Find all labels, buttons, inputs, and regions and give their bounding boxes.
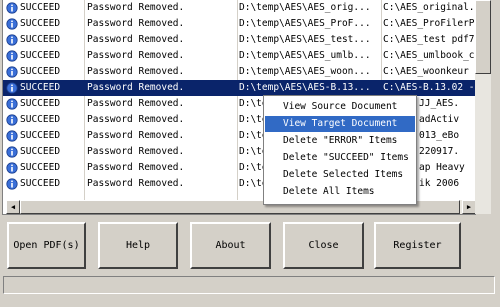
- target-path-cell: 220917.: [419, 146, 460, 157]
- list-row[interactable]: SUCCEED Password Removed. D:\temp\AES\AES_…: [3, 64, 475, 80]
- status-text: SUCCEED: [20, 162, 61, 173]
- message-cell: Password Removed.: [87, 130, 185, 141]
- info-icon: [6, 50, 18, 62]
- source-path-cell: D:\temp\AES\AES_ProF...: [239, 18, 371, 29]
- status-cell: SUCCEED: [3, 128, 81, 144]
- list-row[interactable]: SUCCEED Password Removed. D:\temp\AES\AES_…: [3, 0, 475, 16]
- context-menu: View Source Document View Target Document…: [263, 95, 417, 205]
- source-path-cell: D:\temp\AES\AES_orig...: [239, 2, 371, 13]
- register-button[interactable]: Register: [374, 222, 461, 269]
- target-path-cell: C:\AES_test pdf7: [383, 34, 475, 45]
- message-cell: Password Removed.: [87, 66, 185, 77]
- status-text: SUCCEED: [20, 2, 61, 13]
- info-icon: [6, 18, 18, 30]
- status-cell: SUCCEED: [3, 80, 81, 96]
- about-button[interactable]: About: [190, 222, 271, 269]
- delete-selected-items-item[interactable]: Delete Selected Items: [265, 167, 415, 183]
- info-icon: [6, 98, 18, 110]
- delete-succeed-items-item[interactable]: Delete "SUCCEED" Items: [265, 150, 415, 166]
- message-cell: Password Removed.: [87, 50, 185, 61]
- list-row[interactable]: SUCCEED Password Removed. D:\temp\AES\AES_…: [3, 48, 475, 64]
- status-text: SUCCEED: [20, 130, 61, 141]
- target-path-cell: C:\AES_woonkeur: [383, 66, 469, 77]
- info-icon: [6, 146, 18, 158]
- target-path-cell: C:\AES_original...: [383, 2, 475, 13]
- status-text: SUCCEED: [20, 82, 61, 93]
- status-cell: SUCCEED: [3, 96, 81, 112]
- target-path-cell: ik 2006: [419, 178, 460, 189]
- info-icon: [6, 130, 18, 142]
- status-text: SUCCEED: [20, 178, 61, 189]
- info-icon: [6, 66, 18, 78]
- status-cell: SUCCEED: [3, 144, 81, 160]
- list-row[interactable]: SUCCEED Password Removed. D:\temp\AES\AES_…: [3, 16, 475, 32]
- list-row[interactable]: SUCCEED Password Removed. D:\temp\AES\AES-…: [3, 80, 475, 96]
- status-text: SUCCEED: [20, 146, 61, 157]
- target-path-cell: ap Heavy: [419, 162, 465, 173]
- message-cell: Password Removed.: [87, 114, 185, 125]
- status-cell: SUCCEED: [3, 48, 81, 64]
- info-icon: [6, 34, 18, 46]
- view-source-document-item[interactable]: View Source Document: [265, 99, 415, 115]
- delete-all-items-item[interactable]: Delete All Items: [265, 184, 415, 200]
- status-cell: SUCCEED: [3, 64, 81, 80]
- scroll-left-icon[interactable]: ◀: [6, 200, 20, 214]
- pdf-password-remover-window: SUCCEED Password Removed. D:\temp\AES\AES_…: [0, 0, 500, 307]
- message-cell: Password Removed.: [87, 98, 185, 109]
- message-cell: Password Removed.: [87, 18, 185, 29]
- status-text: SUCCEED: [20, 50, 61, 61]
- status-cell: SUCCEED: [3, 0, 81, 16]
- status-cell: SUCCEED: [3, 16, 81, 32]
- status-text: SUCCEED: [20, 34, 61, 45]
- target-path-cell: C:\AES_umlbook_c: [383, 50, 475, 61]
- scroll-right-icon[interactable]: ▶: [462, 200, 475, 214]
- status-cell: SUCCEED: [3, 176, 81, 192]
- info-icon: [6, 114, 18, 126]
- status-cell: SUCCEED: [3, 112, 81, 128]
- target-path-cell: adActiv: [419, 114, 460, 125]
- message-cell: Password Removed.: [87, 162, 185, 173]
- target-path-cell: JJ_AES.: [419, 98, 460, 109]
- message-cell: Password Removed.: [87, 2, 185, 13]
- message-cell: Password Removed.: [87, 82, 185, 93]
- list-row[interactable]: SUCCEED Password Removed. D:\temp\AES\AES_…: [3, 32, 475, 48]
- source-path-cell: D:\temp\AES\AES_umlb...: [239, 50, 371, 61]
- delete-error-items-item[interactable]: Delete "ERROR" Items: [265, 133, 415, 149]
- message-cell: Password Removed.: [87, 34, 185, 45]
- status-text: SUCCEED: [20, 18, 61, 29]
- status-text: SUCCEED: [20, 114, 61, 125]
- status-bar: [3, 276, 495, 294]
- info-icon: [6, 162, 18, 174]
- status-text: SUCCEED: [20, 66, 61, 77]
- help-button[interactable]: Help: [98, 222, 178, 269]
- status-cell: SUCCEED: [3, 160, 81, 176]
- target-path-cell: 013_eBo: [419, 130, 460, 141]
- source-path-cell: D:\temp\AES\AES-B.13...: [239, 82, 371, 93]
- info-icon: [6, 178, 18, 190]
- source-path-cell: D:\temp\AES\AES_woon...: [239, 66, 371, 77]
- message-cell: Password Removed.: [87, 178, 185, 189]
- vertical-scrollbar[interactable]: [475, 0, 491, 214]
- target-path-cell: C:\AES_ProFilerP: [383, 18, 475, 29]
- target-path-cell: C:\AES-B.13.02 -: [383, 82, 475, 93]
- vertical-scroll-thumb[interactable]: [475, 0, 491, 74]
- open-pdfs-button[interactable]: Open PDF(s): [7, 222, 86, 269]
- message-cell: Password Removed.: [87, 146, 185, 157]
- view-target-document-item[interactable]: View Target Document: [265, 116, 415, 132]
- info-icon: [6, 82, 18, 94]
- status-cell: SUCCEED: [3, 32, 81, 48]
- info-icon: [6, 2, 18, 14]
- close-button[interactable]: Close: [283, 222, 364, 269]
- status-text: SUCCEED: [20, 98, 61, 109]
- source-path-cell: D:\temp\AES\AES_test...: [239, 34, 371, 45]
